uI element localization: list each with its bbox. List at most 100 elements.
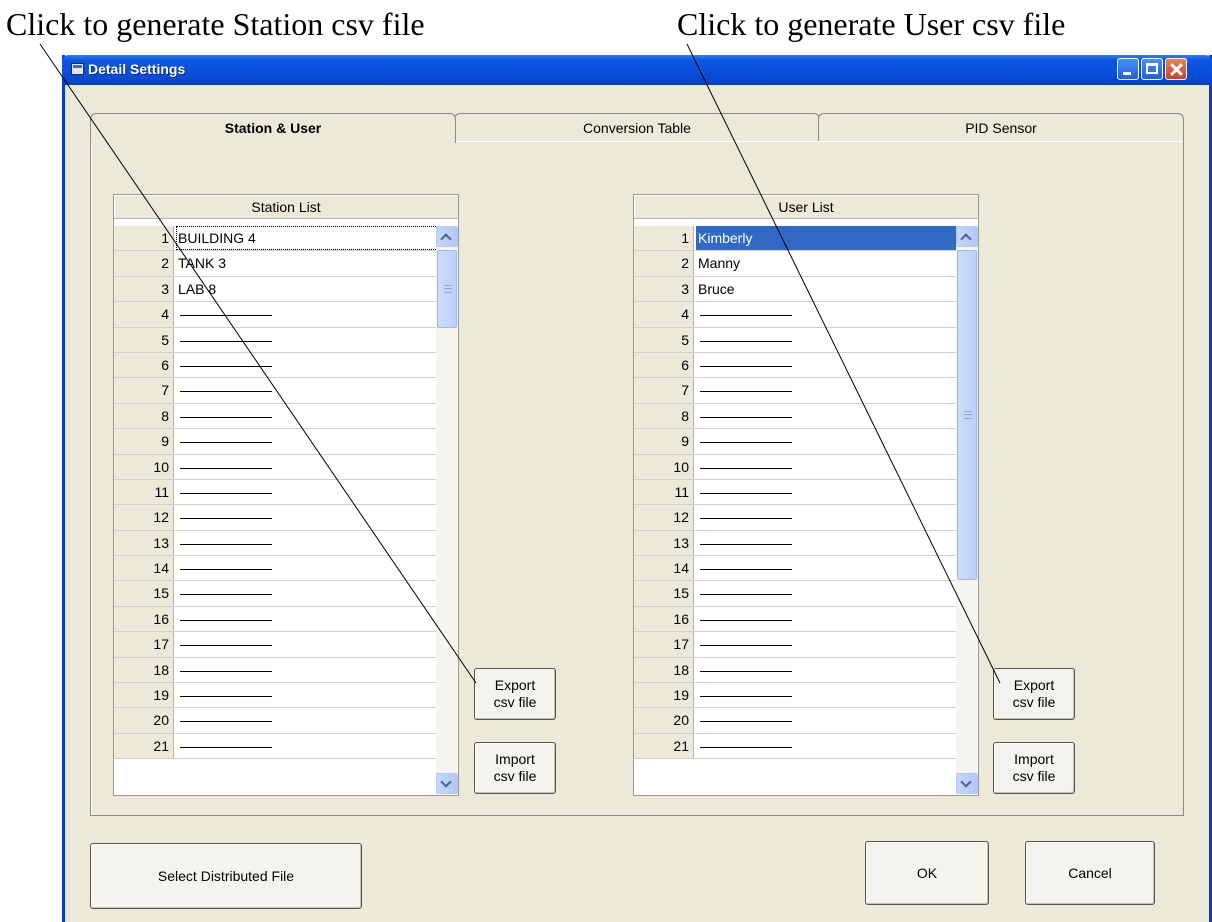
empty-entry-line: [180, 518, 272, 520]
station-list-grid[interactable]: Station List 1 BUILDING 4 2 TANK 3 3 LAB 8456…: [113, 194, 459, 796]
table-row[interactable]: 14: [634, 556, 958, 582]
table-row[interactable]: 12: [114, 505, 438, 531]
row-value[interactable]: Bruce: [696, 277, 958, 301]
table-row[interactable]: 11: [634, 479, 958, 506]
table-row[interactable]: 14: [114, 556, 438, 582]
table-row[interactable]: 16: [634, 606, 958, 633]
row-value[interactable]: Manny: [696, 251, 958, 275]
table-row[interactable]: 15: [114, 581, 438, 607]
user-scrollbar[interactable]: [956, 226, 978, 794]
scroll-thumb[interactable]: [437, 250, 457, 328]
table-row[interactable]: 21: [114, 733, 438, 760]
empty-entry-line: [700, 569, 792, 571]
table-row[interactable]: 6: [634, 352, 958, 379]
table-row[interactable]: 10: [634, 454, 958, 480]
row-number: 6: [114, 352, 174, 378]
table-row[interactable]: 3 Bruce: [634, 276, 958, 303]
minimize-icon[interactable]: [1117, 58, 1139, 80]
tab-station-user[interactable]: Station & User: [90, 113, 456, 143]
empty-entry-line: [700, 340, 792, 342]
row-value[interactable]: Kimberly: [696, 226, 958, 251]
empty-entry-line: [180, 670, 272, 672]
scroll-down-arrow-icon[interactable]: [436, 773, 458, 794]
row-value[interactable]: TANK 3: [176, 251, 438, 275]
table-row[interactable]: 17: [634, 632, 958, 658]
user-import-csv-button[interactable]: Import csv file: [993, 742, 1075, 794]
scroll-thumb[interactable]: [957, 250, 977, 580]
empty-entry-line: [700, 594, 792, 596]
row-number: 18: [634, 657, 694, 683]
table-row[interactable]: 19: [114, 683, 438, 709]
table-row[interactable]: 7: [634, 378, 958, 404]
scroll-down-arrow-icon[interactable]: [956, 773, 978, 794]
table-row[interactable]: 17: [114, 632, 438, 658]
maximize-icon[interactable]: [1141, 58, 1163, 80]
row-number: 21: [634, 733, 694, 759]
select-distributed-file-button[interactable]: Select Distributed File: [90, 843, 362, 909]
station-export-csv-button[interactable]: Export csv file: [474, 668, 556, 720]
empty-entry-line: [180, 619, 272, 621]
table-row[interactable]: 13: [114, 530, 438, 557]
table-row[interactable]: 15: [634, 581, 958, 607]
row-number: 3: [114, 276, 174, 302]
station-list-header: Station List: [114, 195, 458, 219]
table-row[interactable]: 18: [634, 657, 958, 684]
button-label-line: Export: [494, 677, 536, 693]
title-bar[interactable]: Detail Settings: [62, 55, 1212, 85]
table-row[interactable]: 5: [114, 327, 438, 353]
table-row[interactable]: 21: [634, 733, 958, 760]
row-value[interactable]: BUILDING 4: [176, 226, 438, 251]
user-export-csv-button[interactable]: Export csv file: [993, 668, 1075, 720]
user-list-grid[interactable]: User List 1 Kimberly 2 Manny 3 Bruce 4 5 6 7 8 9 10 1…: [633, 194, 979, 796]
table-row[interactable]: 16: [114, 606, 438, 633]
empty-entry-line: [180, 696, 272, 698]
tab-conversion-table[interactable]: Conversion Table: [454, 113, 820, 141]
tab-pid-sensor[interactable]: PID Sensor: [818, 113, 1184, 141]
table-row[interactable]: 7: [114, 378, 438, 404]
table-row[interactable]: 2 TANK 3: [114, 251, 438, 277]
row-number: 17: [114, 632, 174, 657]
ok-button[interactable]: OK: [865, 841, 989, 905]
button-label-line: csv file: [1012, 768, 1056, 784]
table-row[interactable]: 3 LAB 8: [114, 276, 438, 303]
table-row[interactable]: 1 BUILDING 4: [114, 226, 438, 252]
empty-entry-line: [180, 391, 272, 393]
station-scrollbar[interactable]: [436, 226, 458, 794]
row-number: 19: [634, 683, 694, 708]
empty-entry-line: [180, 467, 272, 469]
table-row[interactable]: 10: [114, 454, 438, 480]
scroll-up-arrow-icon[interactable]: [436, 226, 458, 247]
row-number: 11: [114, 479, 174, 505]
table-row[interactable]: 13: [634, 530, 958, 557]
row-number: 14: [634, 556, 694, 581]
empty-entry-line: [700, 492, 792, 494]
table-row[interactable]: 5: [634, 327, 958, 353]
table-row[interactable]: 1 Kimberly: [634, 226, 958, 252]
table-row[interactable]: 20: [114, 708, 438, 734]
empty-entry-line: [700, 391, 792, 393]
table-row[interactable]: 9: [114, 429, 438, 455]
station-import-csv-button[interactable]: Import csv file: [474, 742, 556, 794]
button-label-line: Import: [1014, 751, 1054, 767]
table-row[interactable]: 18: [114, 657, 438, 684]
scroll-up-arrow-icon[interactable]: [956, 226, 978, 247]
row-value[interactable]: LAB 8: [176, 277, 438, 301]
table-row[interactable]: 8: [114, 403, 438, 430]
table-row[interactable]: 20: [634, 708, 958, 734]
close-icon[interactable]: [1165, 58, 1187, 80]
table-row[interactable]: 6: [114, 352, 438, 379]
table-row[interactable]: 2 Manny: [634, 251, 958, 277]
table-row[interactable]: 8: [634, 403, 958, 430]
table-row[interactable]: 9: [634, 429, 958, 455]
row-number: 2: [634, 251, 694, 276]
table-row[interactable]: 4: [634, 302, 958, 328]
row-number: 13: [634, 530, 694, 556]
table-row[interactable]: 4: [114, 302, 438, 328]
row-number: 8: [114, 403, 174, 429]
cancel-button[interactable]: Cancel: [1025, 841, 1155, 905]
table-row[interactable]: 11: [114, 479, 438, 506]
table-row[interactable]: 19: [634, 683, 958, 709]
empty-entry-line: [700, 315, 792, 317]
table-row[interactable]: 12: [634, 505, 958, 531]
user-export-annotation: Click to generate User csv file: [677, 6, 1066, 42]
